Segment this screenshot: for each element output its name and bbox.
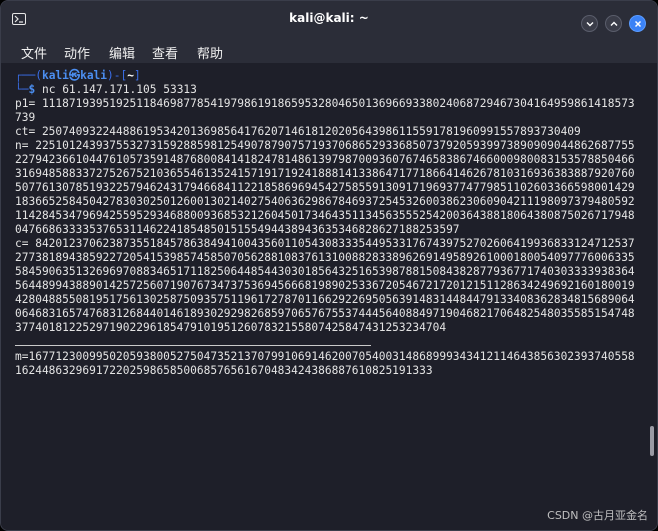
prompt-line-top: ┌──(kali㉿kali)-[~] <box>15 69 635 83</box>
output-ct: ct= 250740932244886195342013698564176207… <box>15 125 581 138</box>
prompt-user: kali㉿kali <box>41 69 108 82</box>
terminal-content: ┌──(kali㉿kali)-[~] └─$ nc 61.147.171.105… <box>15 69 635 378</box>
output-m: m=16771230099502059380052750473521370799… <box>15 350 635 377</box>
prompt-close: ] <box>134 69 141 82</box>
prompt-line-command: └─$ nc 61.147.171.105 53313 <box>15 83 635 97</box>
terminal-window: kali@kali: ~ 文件 动作 编辑 查看 帮助 ┌──(kali㉿kal… <box>0 0 658 531</box>
prompt-dollar: $ <box>28 83 36 96</box>
scrollbar-thumb[interactable] <box>650 426 654 456</box>
menu-bar: 文件 动作 编辑 查看 帮助 <box>1 37 657 63</box>
minimize-icon <box>586 22 594 27</box>
watermark: CSDN @古月亚金名 <box>547 509 648 522</box>
output-c: c= 8420123706238735518457863849410043560… <box>15 237 635 334</box>
output-p1: p1= 111871939519251184698778541979861918… <box>15 97 635 124</box>
prompt-mid: )-[ <box>107 69 128 82</box>
prompt-dir: ~ <box>127 69 134 82</box>
menu-edit[interactable]: 编辑 <box>109 43 135 62</box>
close-icon <box>634 20 642 28</box>
window-title: kali@kali: ~ <box>289 11 369 25</box>
menu-help[interactable]: 帮助 <box>197 43 223 62</box>
scrollbar[interactable] <box>647 63 657 530</box>
output-divider <box>15 345 371 346</box>
title-bar[interactable]: kali@kali: ~ <box>1 1 657 37</box>
prompt-bottom-prefix: └─ <box>15 83 29 96</box>
close-button[interactable] <box>629 15 646 32</box>
menu-file[interactable]: 文件 <box>21 43 47 62</box>
maximize-button[interactable] <box>605 15 622 32</box>
prompt-command: nc 61.147.171.105 53313 <box>41 83 197 96</box>
prompt-top-prefix: ┌──( <box>15 69 42 82</box>
minimize-button[interactable] <box>581 15 598 32</box>
menu-action[interactable]: 动作 <box>64 43 90 62</box>
maximize-icon <box>610 21 618 26</box>
output-n: n= 2251012439375532731592885981254907879… <box>15 139 635 236</box>
menu-view[interactable]: 查看 <box>152 43 178 62</box>
terminal-output-area[interactable]: ┌──(kali㉿kali)-[~] └─$ nc 61.147.171.105… <box>1 63 647 530</box>
